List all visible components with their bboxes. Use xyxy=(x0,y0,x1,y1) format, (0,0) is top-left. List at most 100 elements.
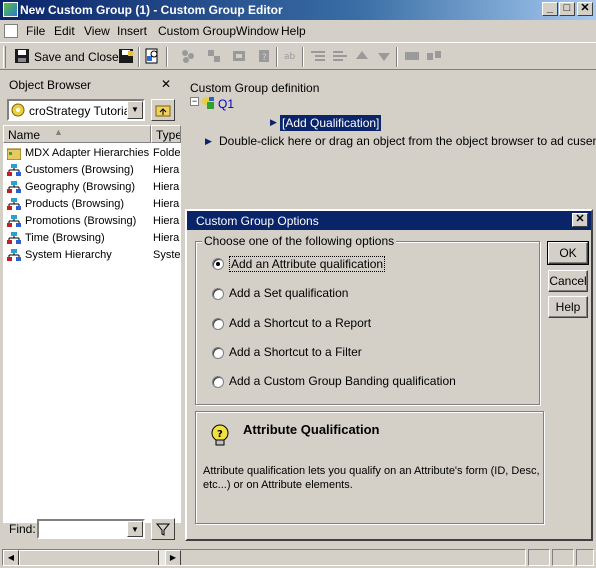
menu-bar: File Edit View Insert Custom Group Windo… xyxy=(0,20,596,42)
list-item-name: System Hierarchy xyxy=(25,249,112,261)
outdent-icon[interactable] xyxy=(332,48,348,64)
funnel-icon xyxy=(156,523,170,536)
list-item[interactable]: Geography (Browsing) Hiera xyxy=(3,179,181,196)
option-report-label[interactable]: Add a Shortcut to a Report xyxy=(229,316,371,330)
option-filter-radio[interactable] xyxy=(212,347,224,359)
project-icon xyxy=(11,103,25,117)
toolbar-grip[interactable] xyxy=(3,46,6,68)
definition-header: Custom Group definition xyxy=(184,73,593,95)
list-item-name: Products (Browsing) xyxy=(25,198,125,210)
menu-custom-group[interactable]: Custom Group xyxy=(158,24,236,38)
list-item[interactable]: Products (Browsing) Hiera xyxy=(3,196,181,213)
hierarchy-icon xyxy=(7,198,21,210)
list-item-name: MDX Adapter Hierarchies xyxy=(25,147,150,159)
info-text-line2: etc...) or on Attribute elements. xyxy=(203,479,353,491)
list-item[interactable]: Time (Browsing) Hiera xyxy=(3,230,181,247)
list-item-type: Hiera xyxy=(153,198,180,210)
menu-file[interactable]: File xyxy=(26,24,45,38)
list-item-type: Hiera xyxy=(153,215,180,227)
find-input[interactable]: ▼ xyxy=(37,519,145,539)
filter-button[interactable] xyxy=(151,518,175,540)
add-qualification-link[interactable]: [Add Qualification] xyxy=(280,115,382,131)
definition-hint[interactable]: Double-click here or drag an object from… xyxy=(219,134,596,148)
spell-check-icon[interactable]: ab xyxy=(283,48,299,64)
indent-icon[interactable] xyxy=(310,48,326,64)
dialog-title: Custom Group Options xyxy=(196,214,319,228)
preview-icon[interactable] xyxy=(144,48,160,64)
object-browser: Object Browser ✕ croStrategy Tutorial ▼ … xyxy=(3,73,181,566)
window-title-bar[interactable]: New Custom Group (1) - Custom Group Edit… xyxy=(0,0,596,20)
size-grip[interactable] xyxy=(576,549,594,566)
column-header-name[interactable]: Name ▲ xyxy=(3,125,151,143)
menu-help[interactable]: Help xyxy=(281,24,306,38)
svg-text:ab: ab xyxy=(284,52,296,62)
toolbar: Save and Close ? ab xyxy=(0,42,596,70)
svg-text:?: ? xyxy=(262,53,267,63)
status-pane-main xyxy=(2,549,526,566)
menu-insert[interactable]: Insert xyxy=(117,24,147,38)
menu-view[interactable]: View xyxy=(84,24,110,38)
dialog-close-button[interactable]: ✕ xyxy=(572,213,588,227)
move-up-icon[interactable] xyxy=(354,48,370,64)
column-header-type[interactable]: Type xyxy=(151,125,181,143)
option-report-radio[interactable] xyxy=(212,318,224,330)
toolbar-separator xyxy=(138,47,140,67)
collapse-icon[interactable]: − xyxy=(190,97,199,106)
definition-tree[interactable]: − Q1 ▶ [Add Qualification] ▶ Double-clic… xyxy=(184,95,596,205)
parent-folder-button[interactable] xyxy=(151,99,175,121)
status-bar xyxy=(0,546,596,568)
list-item-type: Folde xyxy=(153,147,181,159)
save-disk-icon[interactable] xyxy=(118,48,134,64)
project-select-value: croStrategy Tutorial xyxy=(29,104,134,118)
help-button[interactable]: Help xyxy=(548,296,588,318)
document-icon[interactable] xyxy=(4,24,18,38)
list-item[interactable]: System Hierarchy Syste xyxy=(3,247,181,264)
minimize-button[interactable]: _ xyxy=(542,2,558,16)
element-name[interactable]: Q1 xyxy=(218,97,234,111)
group-icon[interactable] xyxy=(404,48,420,64)
option-filter-label[interactable]: Add a Shortcut to a Filter xyxy=(229,345,362,359)
column-label-type: Type xyxy=(156,128,181,142)
option-set-radio[interactable] xyxy=(212,288,224,300)
filter-object-icon[interactable] xyxy=(206,48,222,64)
list-item-name: Customers (Browsing) xyxy=(25,164,134,176)
options-group: Choose one of the following options Add … xyxy=(195,234,540,405)
save-icon xyxy=(15,49,29,63)
save-and-close-button[interactable]: Save and Close xyxy=(34,50,119,64)
option-banding-label[interactable]: Add a Custom Group Banding qualification xyxy=(229,374,456,388)
chevron-down-icon[interactable]: ▼ xyxy=(127,101,143,119)
column-label-name: Name xyxy=(8,128,41,142)
close-window-button[interactable]: ✕ xyxy=(577,2,593,16)
ungroup-icon[interactable] xyxy=(426,48,442,64)
move-down-icon[interactable] xyxy=(376,48,392,64)
list-item[interactable]: Customers (Browsing) Hiera xyxy=(3,162,181,179)
toolbar-separator xyxy=(302,47,304,67)
question-object-icon[interactable]: ? xyxy=(256,48,272,64)
project-select[interactable]: croStrategy Tutorial ▼ xyxy=(7,99,145,121)
hierarchy-icon xyxy=(7,181,21,193)
dialog-title-bar[interactable]: Custom Group Options ✕ xyxy=(187,211,591,230)
menu-window[interactable]: Window xyxy=(236,24,279,38)
maximize-button[interactable]: □ xyxy=(559,2,575,16)
menu-edit[interactable]: Edit xyxy=(54,24,75,38)
object-browser-title: Object Browser xyxy=(9,78,92,92)
option-attribute-radio[interactable] xyxy=(212,258,224,270)
option-banding-radio[interactable] xyxy=(212,376,224,388)
list-item-type: Hiera xyxy=(153,181,180,193)
window-title: New Custom Group (1) - Custom Group Edit… xyxy=(20,3,283,17)
folder-icon xyxy=(7,148,21,160)
list-item[interactable]: Promotions (Browsing) Hiera xyxy=(3,213,181,230)
list-item[interactable]: MDX Adapter Hierarchies Folde xyxy=(3,145,181,162)
cancel-button[interactable]: Cancel xyxy=(548,270,588,292)
object-list: Name ▲ Type MDX Adapter Hierarchies Fold… xyxy=(3,125,181,566)
info-title: Attribute Qualification xyxy=(243,422,380,437)
definition-title: Custom Group definition xyxy=(190,81,320,95)
grid-icon[interactable] xyxy=(180,48,196,64)
chevron-down-icon[interactable]: ▼ xyxy=(127,521,143,537)
option-attribute-label[interactable]: Add an Attribute qualification xyxy=(229,256,386,272)
ok-button[interactable]: OK xyxy=(547,241,589,265)
option-set-label[interactable]: Add a Set qualification xyxy=(229,286,348,300)
folder-up-icon xyxy=(155,105,171,117)
close-icon[interactable]: ✕ xyxy=(161,77,171,91)
report-object-icon[interactable] xyxy=(231,48,247,64)
